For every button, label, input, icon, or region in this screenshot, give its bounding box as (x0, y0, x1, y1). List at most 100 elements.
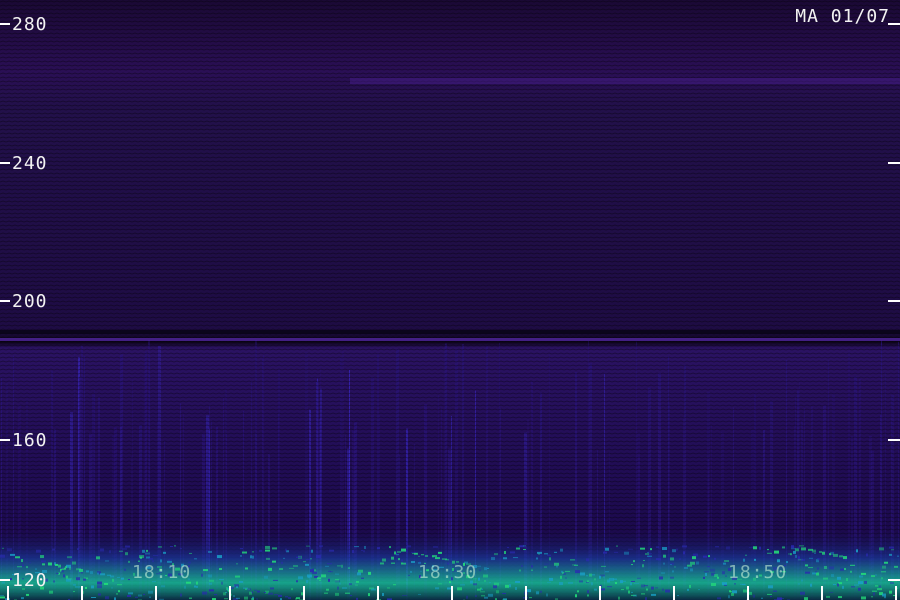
speckle (391, 556, 394, 560)
speckle (594, 588, 597, 591)
speckle (521, 565, 523, 567)
speckle (435, 587, 439, 590)
speckle (568, 581, 573, 584)
speckle (575, 570, 580, 574)
speckle (125, 552, 128, 556)
speckle (208, 574, 212, 578)
speckle (893, 595, 895, 597)
speckle (414, 552, 418, 555)
speckle (98, 593, 101, 596)
speckle (270, 587, 274, 590)
speckle (822, 551, 825, 555)
speckle (656, 546, 659, 548)
speckle (856, 549, 858, 553)
speckle (674, 566, 676, 568)
speckle (53, 580, 55, 583)
speckle (153, 554, 158, 556)
speckle (624, 551, 629, 555)
speckle (289, 567, 294, 569)
speckle (0, 595, 4, 597)
speckle (221, 581, 223, 585)
speckle (767, 549, 769, 551)
speckle (316, 555, 321, 559)
speckle (281, 561, 283, 564)
speckle (547, 554, 551, 556)
speckle (330, 571, 333, 573)
speckle (481, 595, 485, 597)
speckle (824, 566, 827, 570)
speckle (661, 572, 665, 574)
speckle (663, 562, 665, 565)
speckle (21, 597, 24, 600)
speckle (358, 569, 363, 573)
speckle (285, 548, 287, 552)
speckle (143, 593, 145, 595)
speckle (408, 574, 410, 576)
speckle (826, 595, 830, 598)
speckle (311, 549, 313, 553)
speckle (850, 570, 852, 573)
speckle (81, 572, 83, 574)
speckle (651, 586, 654, 590)
speckle (536, 557, 538, 560)
speckle (484, 567, 487, 571)
speckle (646, 588, 648, 591)
speckle (112, 578, 114, 582)
speckle (587, 594, 589, 597)
speckle (66, 575, 68, 579)
speckle (823, 577, 828, 580)
speckle (601, 565, 606, 567)
speckle (223, 592, 226, 596)
speckle (603, 576, 605, 578)
speckle (529, 597, 532, 599)
speckle (724, 584, 727, 586)
speckle (858, 581, 863, 585)
speckle (116, 593, 118, 595)
speckle (829, 591, 833, 593)
band-line-200-glow (0, 338, 900, 341)
speckle (97, 581, 102, 585)
speckle (296, 580, 298, 583)
y-tick-label-120: 120 (12, 570, 48, 591)
speckle (247, 588, 251, 591)
speckle (605, 571, 609, 573)
speckle (442, 558, 447, 560)
speckle (544, 566, 547, 568)
speckle (285, 596, 288, 598)
speckle (844, 568, 846, 571)
speckle (795, 554, 797, 558)
speckle (761, 597, 763, 599)
speckle (819, 551, 822, 554)
speckle (586, 575, 588, 577)
speckle (219, 578, 224, 580)
speckle (897, 555, 899, 557)
speckle (546, 593, 548, 597)
speckle (105, 560, 109, 562)
speckle (679, 558, 681, 560)
speckle (614, 551, 618, 553)
speckle (788, 553, 791, 555)
speckle (55, 563, 58, 566)
speckle (791, 548, 796, 550)
speckle (73, 583, 76, 586)
speckle (303, 561, 306, 563)
speckle (252, 555, 254, 559)
speckle (889, 546, 894, 549)
speckle (209, 582, 212, 585)
speckle (100, 548, 104, 552)
speckle (0, 596, 5, 599)
speckle (341, 564, 343, 568)
speckle (851, 586, 855, 588)
speckle (650, 548, 652, 551)
speckle (249, 591, 252, 595)
speckle (861, 596, 866, 600)
speckle (97, 572, 99, 575)
speckle (306, 580, 308, 584)
speckle (687, 588, 689, 591)
speckle (349, 583, 352, 586)
speckle (791, 545, 794, 549)
speckle (189, 597, 192, 599)
speckle (226, 587, 228, 591)
speckle (547, 581, 551, 583)
speckle (574, 564, 578, 566)
